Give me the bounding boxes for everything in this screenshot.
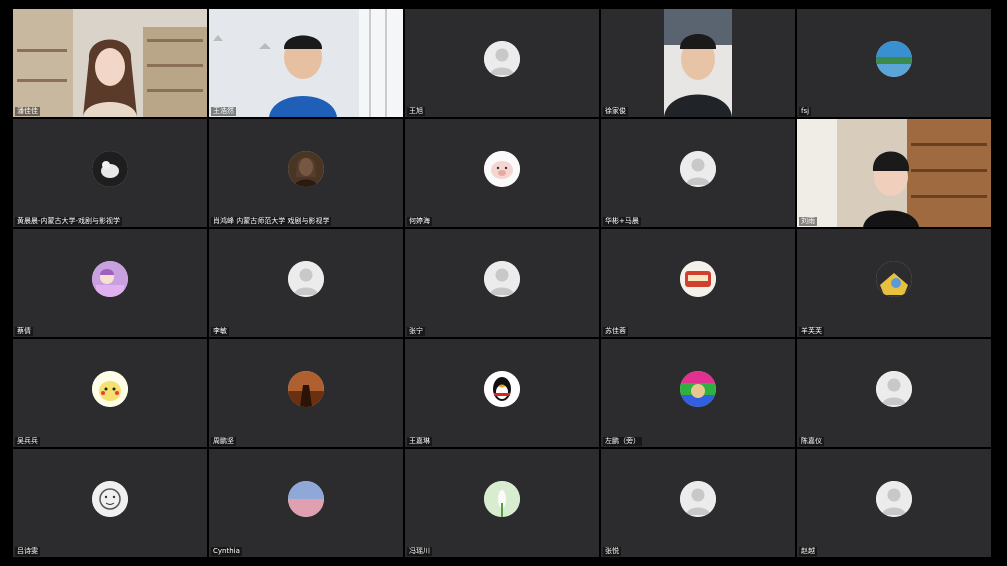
participant-video (209, 9, 403, 117)
default-person-icon (876, 481, 912, 517)
participant-name: 华彬+马晨 (603, 217, 641, 226)
participant-tile[interactable]: 张宁 (405, 229, 599, 337)
participant-name: 黄晨晨-内蒙古大学-戏剧与影视学 (15, 217, 123, 226)
participant-tile[interactable]: 吕诗雯 (13, 449, 207, 557)
cat-photo-icon (92, 151, 128, 187)
participant-name: 冯瑶川 (407, 547, 432, 556)
participant-name: 何婷海 (407, 217, 432, 226)
participant-name: 潘佳佳 (15, 107, 40, 116)
participant-name: 王浩然 (211, 107, 236, 116)
default-person-icon (680, 481, 716, 517)
sunset-photo-icon (288, 371, 324, 407)
participant-name: fsj (799, 107, 812, 116)
participant-name: 徐家俊 (603, 107, 628, 116)
participant-name: 王嘉琳 (407, 437, 432, 446)
food-photo-icon (680, 261, 716, 297)
participant-tile[interactable]: 羊芙芙 (797, 229, 991, 337)
participant-name: 张宁 (407, 327, 425, 336)
sky-photo-icon (288, 481, 324, 517)
participant-video (601, 9, 795, 117)
flower-photo-icon (484, 481, 520, 517)
participant-tile[interactable]: 徐家俊 (601, 9, 795, 117)
participant-name: 吴兵兵 (15, 437, 40, 446)
participant-name: 李敏 (211, 327, 229, 336)
participant-name: 左鹏（旁） (603, 437, 642, 446)
anime-purple-icon (92, 261, 128, 297)
participant-tile[interactable]: 黄晨晨-内蒙古大学-戏剧与影视学 (13, 119, 207, 227)
pig-cartoon-icon (484, 151, 520, 187)
participant-tile[interactable]: 刘雨 (797, 119, 991, 227)
qq-penguin-icon (484, 371, 520, 407)
participant-grid: 潘佳佳 王浩然 王旭 徐家俊 fsj 黄晨晨-内蒙古大学-戏剧与影视学 肖鸿峰 内蒙古师范大… (13, 9, 991, 557)
participant-tile[interactable]: Cynthia (209, 449, 403, 557)
participant-tile[interactable]: 王旭 (405, 9, 599, 117)
participant-name: Cynthia (211, 547, 242, 556)
default-person-icon (288, 261, 324, 297)
participant-name: 羊芙芙 (799, 327, 824, 336)
participant-tile[interactable]: 左鹏（旁） (601, 339, 795, 447)
participant-name: 赵越 (799, 547, 817, 556)
participant-tile[interactable]: 蔡倩 (13, 229, 207, 337)
participant-name: 吕诗雯 (15, 547, 40, 556)
participant-tile[interactable]: 李敏 (209, 229, 403, 337)
participant-video (797, 119, 991, 227)
participant-name: 蔡倩 (15, 327, 33, 336)
participant-tile[interactable]: 周鹏坚 (209, 339, 403, 447)
participant-tile[interactable]: 陈嘉仪 (797, 339, 991, 447)
default-person-icon (876, 371, 912, 407)
portrait-painting-icon (288, 151, 324, 187)
participant-tile[interactable]: 何婷海 (405, 119, 599, 227)
participant-name: 苏佳蓉 (603, 327, 628, 336)
default-person-icon (680, 151, 716, 187)
participant-tile[interactable]: 张悦 (601, 449, 795, 557)
participant-tile[interactable]: 肖鸿峰 内蒙古师范大学 戏剧与影视学 (209, 119, 403, 227)
pikachu-icon (92, 371, 128, 407)
participant-tile[interactable]: 赵越 (797, 449, 991, 557)
participant-tile[interactable]: 苏佳蓉 (601, 229, 795, 337)
participant-name: 陈嘉仪 (799, 437, 824, 446)
participant-name: 肖鸿峰 内蒙古师范大学 戏剧与影视学 (211, 217, 332, 226)
participant-tile[interactable]: 华彬+马晨 (601, 119, 795, 227)
landscape-photo-icon (876, 41, 912, 77)
participant-tile[interactable]: fsj (797, 9, 991, 117)
participant-tile[interactable]: 潘佳佳 (13, 9, 207, 117)
participant-tile[interactable]: 王嘉琳 (405, 339, 599, 447)
participant-tile[interactable]: 冯瑶川 (405, 449, 599, 557)
default-person-icon (484, 41, 520, 77)
colorful-dog-icon (680, 371, 716, 407)
participant-tile[interactable]: 吴兵兵 (13, 339, 207, 447)
anime-yellow-icon (876, 261, 912, 297)
participant-name: 刘雨 (799, 217, 817, 226)
sketch-face-icon (92, 481, 128, 517)
participant-name: 王旭 (407, 107, 425, 116)
participant-tile[interactable]: 王浩然 (209, 9, 403, 117)
participant-name: 张悦 (603, 547, 621, 556)
participant-name: 周鹏坚 (211, 437, 236, 446)
default-person-icon (484, 261, 520, 297)
participant-video (13, 9, 207, 117)
